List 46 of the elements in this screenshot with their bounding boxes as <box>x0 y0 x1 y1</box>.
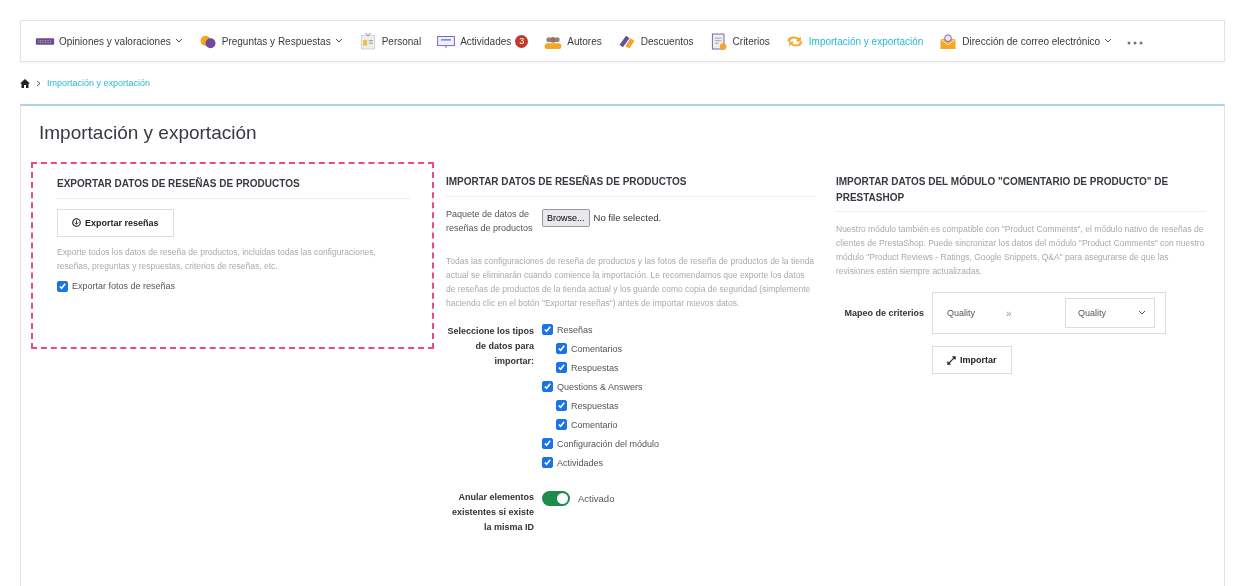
page-title: Importación y exportación <box>39 122 258 144</box>
checkbox-option[interactable]: Actividades <box>542 457 660 469</box>
browse-button[interactable]: Browse... <box>542 208 590 227</box>
checkbox-option[interactable]: Comentario <box>556 419 660 431</box>
export-button[interactable]: Exportar reseñas <box>57 208 174 237</box>
chevron-down-icon <box>1138 310 1146 317</box>
nav-tab[interactable]: Descuentos <box>616 32 694 50</box>
chevron-right-icon <box>36 79 41 87</box>
nav-tab[interactable]: Criterios <box>708 32 770 50</box>
arrow-glyph: » <box>1006 307 1013 319</box>
toggle-switch[interactable] <box>542 490 570 506</box>
criterion-select[interactable]: Quality <box>1065 298 1155 329</box>
checkbox-option[interactable]: Respuestas <box>556 400 660 412</box>
download-icon <box>72 218 81 227</box>
nav-tab[interactable]: Personal <box>357 32 422 50</box>
section-heading: IMPORTAR DATOS DEL MÓDULO "COMENTARIO DE PRODUCTO" DE PRESTASHOP <box>836 174 1206 212</box>
file-status: No file selected. <box>593 211 662 223</box>
nav-tab[interactable]: Dirección de correo electrónico <box>938 32 1113 50</box>
more-icon[interactable] <box>1127 41 1144 45</box>
help-text: Exporte todos los datos de reseña de productos, incluidas todas las configuraciones, reseñas, preguntas y respuestas, criterios de reseñas, etc. <box>57 245 377 273</box>
field-label: Mapeo de criterios <box>843 306 924 320</box>
checkbox-option[interactable]: Comentarios <box>556 343 660 355</box>
envelope-icon <box>938 32 959 50</box>
source-criterion: Quality <box>947 308 976 319</box>
checkmark-icon <box>58 281 67 291</box>
help-text: Nuestro módulo también es compatible con "Product Comments", el módulo nativo de reseñas de clientes de PrestaShop. Puede sincronizar los datos del módulo "Product Comments" con nuestro módulo "Product Reviews - Ratings, Google Snippets, Q&A" para asegurarse de que las revisiones estén siempre actualizadas. <box>836 223 1206 279</box>
toggle-label: Activado <box>578 492 615 504</box>
section-heading: IMPORTAR DATOS DE RESEÑAS DE PRODUCTOS <box>446 174 816 197</box>
checkbox-option[interactable]: Exportar fotos de reseñas <box>57 280 410 292</box>
field-label: Seleccione los tipos de datos para importar: <box>446 325 534 368</box>
expand-arrows-icon <box>947 355 956 365</box>
checkbox-option[interactable]: Questions & Answers <box>542 381 660 393</box>
import-button[interactable]: Importar <box>932 346 1012 375</box>
section-heading: EXPORTAR DATOS DE RESEÑAS DE PRODUCTOS <box>57 176 410 199</box>
warning-text: Todas las configuraciones de reseña de productos y las fotos de reseña de productos de la tienda actual se eliminarán cuando comience la importación. Le recomendamos que exporte los datos de reseñas de productos de la tienda actual y los guarde como copia de seguridad (simplemente haciendo clic en el botón "Exportar reseñas") antes de importar nuevos datos. <box>446 255 816 311</box>
field-label: Paquete de datos de reseñas de productos <box>446 207 534 236</box>
nav-tab[interactable]: Actividades 3 <box>436 32 529 50</box>
nav-tab[interactable]: Autores <box>543 32 602 50</box>
nav-tab[interactable]: Preguntas y Respuestas <box>197 32 343 50</box>
count-badge: 3 <box>515 34 529 48</box>
home-icon[interactable] <box>20 78 30 88</box>
field-label: Anular elementos existentes si existe la misma ID <box>450 491 534 534</box>
nav-tab[interactable]: Opiniones y valoraciones <box>35 32 183 50</box>
checkbox-option[interactable]: Configuración del módulo <box>542 438 660 450</box>
checkbox-option[interactable]: Respuestas <box>556 362 660 374</box>
checkbox-option[interactable]: Reseñas <box>542 324 660 336</box>
